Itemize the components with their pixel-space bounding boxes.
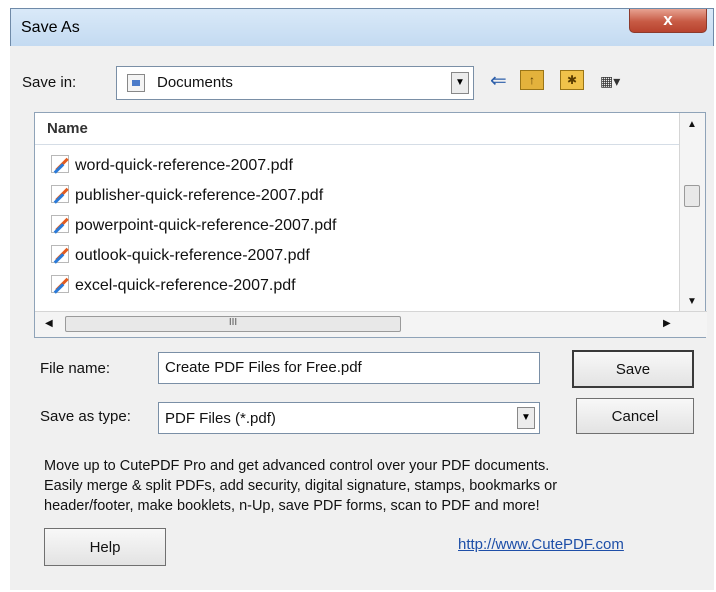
cancel-button[interactable]: Cancel [576, 398, 694, 434]
file-item[interactable]: word-quick-reference-2007.pdf [51, 151, 293, 181]
pdf-file-icon [51, 275, 69, 293]
file-item[interactable]: publisher-quick-reference-2007.pdf [51, 181, 323, 211]
file-name-label: File name: [40, 360, 111, 377]
scroll-right-icon[interactable]: ▶ [663, 318, 671, 329]
close-button[interactable]: x [629, 9, 707, 33]
save-as-type-select[interactable]: PDF Files (*.pdf) ▼ [158, 402, 540, 434]
back-icon[interactable]: ⇐ [490, 70, 507, 92]
file-item[interactable]: outlook-quick-reference-2007.pdf [51, 241, 310, 271]
promo-text: Move up to CutePDF Pro and get advanced … [44, 456, 684, 516]
pdf-file-icon [51, 245, 69, 263]
file-name-input[interactable] [159, 353, 539, 382]
cutepdf-link[interactable]: http://www.CutePDF.com [458, 536, 624, 553]
save-in-combobox[interactable]: Documents ▼ [116, 66, 474, 100]
file-name: powerpoint-quick-reference-2007.pdf [75, 217, 337, 234]
save-button[interactable]: Save [572, 350, 694, 388]
file-name: outlook-quick-reference-2007.pdf [75, 247, 310, 264]
promo-line: header/footer, make booklets, n-Up, save… [44, 498, 540, 514]
pdf-file-icon [51, 215, 69, 233]
new-folder-icon[interactable]: ✱ [560, 70, 584, 90]
vertical-scrollbar[interactable]: ▲ ▼ [679, 113, 705, 311]
title-bar[interactable]: Save As x [11, 9, 713, 47]
save-as-type-value: PDF Files (*.pdf) [165, 410, 276, 427]
scroll-left-icon[interactable]: ◀ [45, 318, 53, 329]
save-in-label: Save in: [22, 74, 77, 91]
dialog-title: Save As [21, 19, 80, 36]
views-menu-icon[interactable]: ▦▾ [600, 70, 638, 92]
file-item[interactable]: powerpoint-quick-reference-2007.pdf [51, 211, 336, 241]
chevron-down-icon[interactable]: ▼ [517, 407, 535, 429]
documents-folder-icon [127, 74, 145, 92]
help-button[interactable]: Help [44, 528, 166, 566]
promo-line: Easily merge & split PDFs, add security,… [44, 478, 558, 494]
save-in-value: Documents [157, 74, 233, 91]
file-item[interactable]: excel-quick-reference-2007.pdf [51, 271, 296, 301]
promo-line: Move up to CutePDF Pro and get advanced … [44, 458, 550, 474]
file-name-field[interactable] [158, 352, 540, 384]
close-icon: x [663, 10, 673, 29]
column-header-label: Name [47, 120, 88, 137]
file-name: word-quick-reference-2007.pdf [75, 157, 293, 174]
vertical-scroll-thumb[interactable] [684, 185, 700, 207]
chevron-down-icon[interactable]: ▼ [451, 72, 469, 94]
horizontal-scrollbar[interactable]: ◀ III ▶ [35, 311, 707, 337]
file-list[interactable]: Name word-quick-reference-2007.pdf publi… [34, 112, 707, 338]
save-as-type-label: Save as type: [40, 408, 131, 425]
column-header-name[interactable]: Name [35, 113, 681, 145]
file-name: excel-quick-reference-2007.pdf [75, 277, 296, 294]
pdf-file-icon [51, 185, 69, 203]
up-folder-icon[interactable]: ↑ [520, 70, 544, 90]
file-name: publisher-quick-reference-2007.pdf [75, 187, 324, 204]
scroll-up-icon[interactable]: ▲ [680, 119, 704, 130]
horizontal-scroll-thumb[interactable]: III [65, 316, 401, 332]
scroll-down-icon[interactable]: ▼ [680, 296, 704, 307]
pdf-file-icon [51, 155, 69, 173]
